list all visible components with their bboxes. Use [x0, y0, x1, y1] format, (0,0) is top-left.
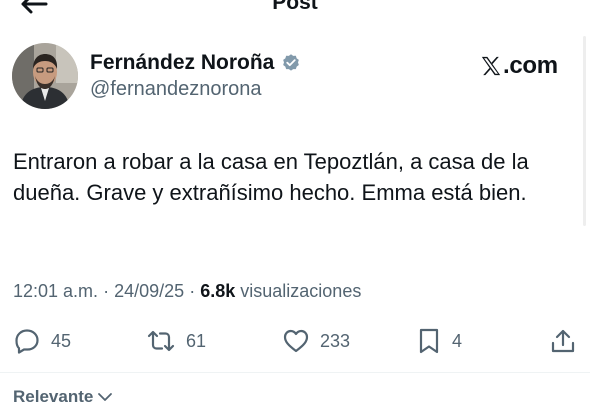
bookmark-count: 4 — [452, 330, 463, 351]
repost-count: 61 — [186, 330, 207, 351]
action-bar: 45 61 233 4 — [0, 323, 590, 359]
divider — [0, 372, 590, 373]
share-icon — [551, 329, 575, 353]
repost-icon — [147, 330, 175, 352]
post-meta: 12:01 a.m. · 24/09/25 · 6.8k visualizaci… — [13, 281, 361, 302]
verified-badge-icon — [283, 54, 300, 71]
x-com-watermark: .com — [480, 50, 558, 82]
avatar[interactable] — [12, 43, 78, 109]
author-name-row[interactable]: Fernández Noroña — [90, 49, 301, 77]
chevron-down-icon — [98, 393, 113, 401]
replies-sort-dropdown[interactable]: Relevante — [13, 386, 113, 408]
x-logo-icon — [481, 56, 501, 76]
scrollbar[interactable] — [583, 36, 586, 226]
like-button[interactable]: 233 — [282, 327, 350, 355]
heart-icon — [283, 329, 309, 353]
top-bar: Post — [0, 0, 590, 20]
post-date[interactable]: 24/09/25 — [114, 281, 184, 301]
share-button[interactable] — [549, 327, 577, 355]
post-time[interactable]: 12:01 a.m. — [13, 281, 98, 301]
author-handle[interactable]: @fernandeznorona — [90, 78, 262, 101]
reply-icon — [15, 329, 39, 354]
watermark-text: .com — [503, 52, 558, 79]
more-horizontal-icon[interactable] — [528, 0, 562, 8]
views-count: 6.8k — [200, 281, 236, 301]
reply-button[interactable]: 45 — [13, 327, 71, 355]
author-name[interactable]: Fernández Noroña — [90, 51, 274, 75]
meta-separator: · — [103, 281, 110, 301]
bookmark-button[interactable]: 4 — [416, 327, 462, 355]
reply-count: 45 — [51, 330, 72, 351]
post-text: Entraron a robar a la casa en Tepoztlán,… — [13, 149, 529, 205]
bookmark-icon — [419, 328, 439, 354]
meta-separator: · — [189, 281, 196, 301]
repost-button[interactable]: 61 — [146, 327, 206, 355]
page-title: Post — [272, 0, 318, 14]
like-count: 233 — [320, 330, 351, 351]
sort-label: Relevante — [13, 387, 94, 406]
views-label: visualizaciones — [240, 281, 362, 301]
